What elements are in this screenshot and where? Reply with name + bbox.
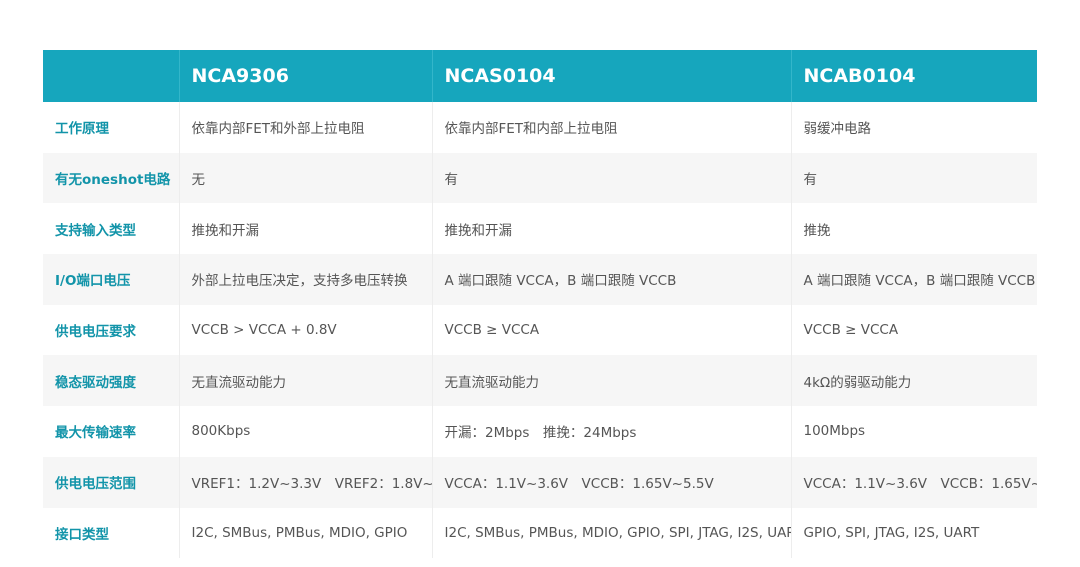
row-label: 接口类型: [43, 507, 180, 559]
table-cell: 4kΩ的弱驱动能力: [803, 374, 912, 391]
table-cell: 开漏：2Mbps 推挽：24Mbps: [432, 406, 792, 457]
table-cell: 100Mbps: [803, 423, 866, 440]
table-cell: VCCA：1.1V~3.6V VCCB：1.65V~5.5V: [803, 476, 1038, 493]
table-cell: A 端口跟随 VCCA，B 端口跟随 VCCB: [803, 273, 1036, 290]
table-cell: 有: [803, 172, 818, 189]
table-row: I/O端口电压 外部上拉电压决定，支持多电压转换 A 端口跟随 VCCA，B 端…: [43, 254, 1037, 305]
table-row: 供电电压要求 VCCB > VCCA + 0.8V VCCB ≥ VCCA VC…: [43, 304, 1037, 356]
table-cell: 依靠内部FET和外部上拉电阻: [179, 102, 433, 153]
table-cell: VCCB ≥ VCCA: [432, 304, 792, 356]
table-row: 最大传输速率 800Kbps 开漏：2Mbps 推挽：24Mbps 100Mbp…: [43, 406, 1037, 457]
table-cell: 依靠内部FET和内部上拉电阻: [432, 102, 792, 153]
table-cell: VREF1：1.2V~3.3V VREF2：1.8V~5.5V: [179, 456, 433, 508]
table-cell: 推挽: [803, 222, 831, 239]
table-cell: VCCB ≥ VCCA: [803, 322, 899, 339]
table-cell: GPIO, SPI, JTAG, I2S, UART: [803, 524, 980, 541]
table-cell: 推挽和开漏: [432, 203, 792, 255]
row-label: 最大传输速率: [43, 406, 180, 457]
header-cell-ncas0104: NCAS0104: [432, 50, 792, 102]
table-cell: VCCA：1.1V~3.6V VCCB：1.65V~5.5V: [432, 456, 792, 508]
row-label: 供电电压范围: [43, 456, 180, 508]
row-label: 有无oneshot电路: [43, 152, 180, 204]
table-cell: 推挽和开漏: [179, 203, 433, 255]
table-cell: 外部上拉电压决定，支持多电压转换: [179, 254, 433, 305]
table-header-row: NCA9306 NCAS0104 NCAB0104: [43, 50, 1037, 102]
table-row: 支持输入类型 推挽和开漏 推挽和开漏 推挽: [43, 203, 1037, 255]
header-cell-nca9306: NCA9306: [179, 50, 433, 102]
header-cell-ncab0104: NCAB0104: [803, 65, 916, 87]
table-cell: A 端口跟随 VCCA，B 端口跟随 VCCB: [432, 254, 792, 305]
comparison-table: NCA9306 NCAS0104 NCAB0104 工作原理 依靠内部FET和外…: [43, 50, 1038, 559]
table-row: 工作原理 依靠内部FET和外部上拉电阻 依靠内部FET和内部上拉电阻 弱缓冲电路: [43, 102, 1037, 153]
table-cell: 弱缓冲电路: [803, 121, 872, 138]
table-cell: 无: [179, 152, 433, 204]
table-cell: VCCB > VCCA + 0.8V: [179, 304, 433, 356]
row-label: 支持输入类型: [43, 203, 180, 255]
table-row: 稳态驱动强度 无直流驱动能力 无直流驱动能力 4kΩ的弱驱动能力: [43, 355, 1037, 407]
table-row: 接口类型 I2C, SMBus, PMBus, MDIO, GPIO I2C, …: [43, 507, 1037, 559]
row-label: I/O端口电压: [43, 254, 180, 305]
table-row: 供电电压范围 VREF1：1.2V~3.3V VREF2：1.8V~5.5V V…: [43, 456, 1038, 508]
table-cell: 有: [432, 152, 792, 204]
row-label: 稳态驱动强度: [43, 355, 180, 407]
table-cell: 无直流驱动能力: [432, 355, 792, 407]
comparison-table-container: NCA9306 NCAS0104 NCAB0104 工作原理 依靠内部FET和外…: [43, 50, 1038, 559]
header-cell-corner: [43, 50, 180, 102]
row-label: 供电电压要求: [43, 304, 180, 356]
table-cell: I2C, SMBus, PMBus, MDIO, GPIO, SPI, JTAG…: [432, 507, 792, 559]
row-label: 工作原理: [43, 102, 180, 153]
table-cell: 无直流驱动能力: [179, 355, 433, 407]
table-row: 有无oneshot电路 无 有 有: [43, 152, 1037, 204]
table-cell: I2C, SMBus, PMBus, MDIO, GPIO: [179, 507, 433, 559]
table-cell: 800Kbps: [179, 406, 433, 457]
